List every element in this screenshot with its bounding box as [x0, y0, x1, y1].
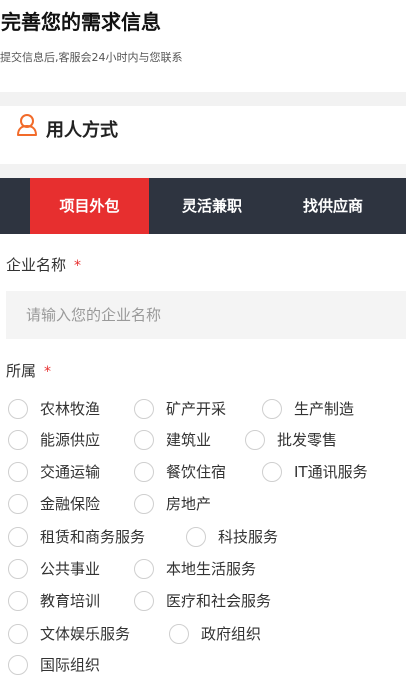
requirement-form-page: 完善您的需求信息 提交信息后,客服会24小时内与您联系 用人方式 项目外包 灵活…	[0, 0, 406, 677]
company-name-input[interactable]	[6, 291, 406, 339]
required-mark: *	[74, 258, 82, 274]
industry-option-label: 医疗和社会服务	[166, 592, 272, 610]
required-mark: *	[44, 364, 52, 380]
radio-circle-icon[interactable]	[8, 430, 28, 450]
divider-band	[0, 92, 406, 106]
radio-circle-icon[interactable]	[245, 430, 265, 450]
radio-circle-icon[interactable]	[8, 624, 28, 644]
industry-option-label: 生产制造	[294, 400, 355, 418]
company-name-label: 企业名称 *	[6, 254, 81, 275]
radio-circle-icon[interactable]	[8, 527, 28, 547]
industry-option-label: 农林牧渔	[40, 400, 101, 418]
radio-circle-icon[interactable]	[8, 494, 28, 514]
industry-option-label: 餐饮住宿	[166, 463, 227, 481]
industry-option-label: 国际组织	[40, 656, 101, 674]
tab-flexible-parttime[interactable]: 灵活兼职	[149, 178, 275, 234]
industry-option-label: 租赁和商务服务	[40, 528, 146, 546]
radio-circle-icon[interactable]	[134, 494, 154, 514]
industry-option-label: 教育培训	[40, 592, 101, 610]
industry-label-text: 所属	[6, 362, 37, 380]
divider-band	[0, 164, 406, 178]
company-name-label-text: 企业名称	[6, 256, 67, 274]
radio-circle-icon[interactable]	[8, 559, 28, 579]
page-title: 完善您的需求信息	[1, 10, 161, 34]
industry-option-label: 政府组织	[201, 625, 262, 643]
radio-circle-icon[interactable]	[8, 591, 28, 611]
industry-label: 所属 *	[6, 360, 51, 381]
tab-project-outsourcing[interactable]: 项目外包	[30, 178, 149, 234]
section-title: 用人方式	[46, 120, 118, 141]
industry-option-label: 本地生活服务	[166, 560, 257, 578]
company-name-field	[6, 291, 406, 339]
radio-circle-icon[interactable]	[262, 462, 282, 482]
tab-bar: 项目外包 灵活兼职 找供应商	[0, 178, 406, 234]
radio-circle-icon[interactable]	[8, 399, 28, 419]
industry-option-label: 交通运输	[40, 463, 101, 481]
industry-option-label: 金融保险	[40, 495, 101, 513]
industry-option-label: 建筑业	[166, 431, 212, 449]
radio-circle-icon[interactable]	[134, 559, 154, 579]
user-icon	[16, 113, 38, 137]
radio-circle-icon[interactable]	[169, 624, 189, 644]
industry-option-label: 房地产	[166, 495, 212, 513]
industry-option-label: 能源供应	[40, 431, 101, 449]
industry-option-label: 公共事业	[40, 560, 101, 578]
radio-circle-icon[interactable]	[134, 430, 154, 450]
radio-circle-icon[interactable]	[262, 399, 282, 419]
industry-option-label: 文体娱乐服务	[40, 625, 131, 643]
radio-circle-icon[interactable]	[8, 462, 28, 482]
radio-circle-icon[interactable]	[134, 462, 154, 482]
industry-option-label: 批发零售	[277, 431, 338, 449]
industry-option-label: 矿产开采	[166, 400, 227, 418]
industry-option-label: IT通讯服务	[294, 463, 368, 481]
radio-circle-icon[interactable]	[8, 655, 28, 675]
radio-circle-icon[interactable]	[134, 591, 154, 611]
page-subtitle: 提交信息后,客服会24小时内与您联系	[0, 51, 183, 64]
tab-find-supplier[interactable]: 找供应商	[275, 178, 391, 234]
radio-circle-icon[interactable]	[186, 527, 206, 547]
industry-option-label: 科技服务	[218, 528, 279, 546]
radio-circle-icon[interactable]	[134, 399, 154, 419]
